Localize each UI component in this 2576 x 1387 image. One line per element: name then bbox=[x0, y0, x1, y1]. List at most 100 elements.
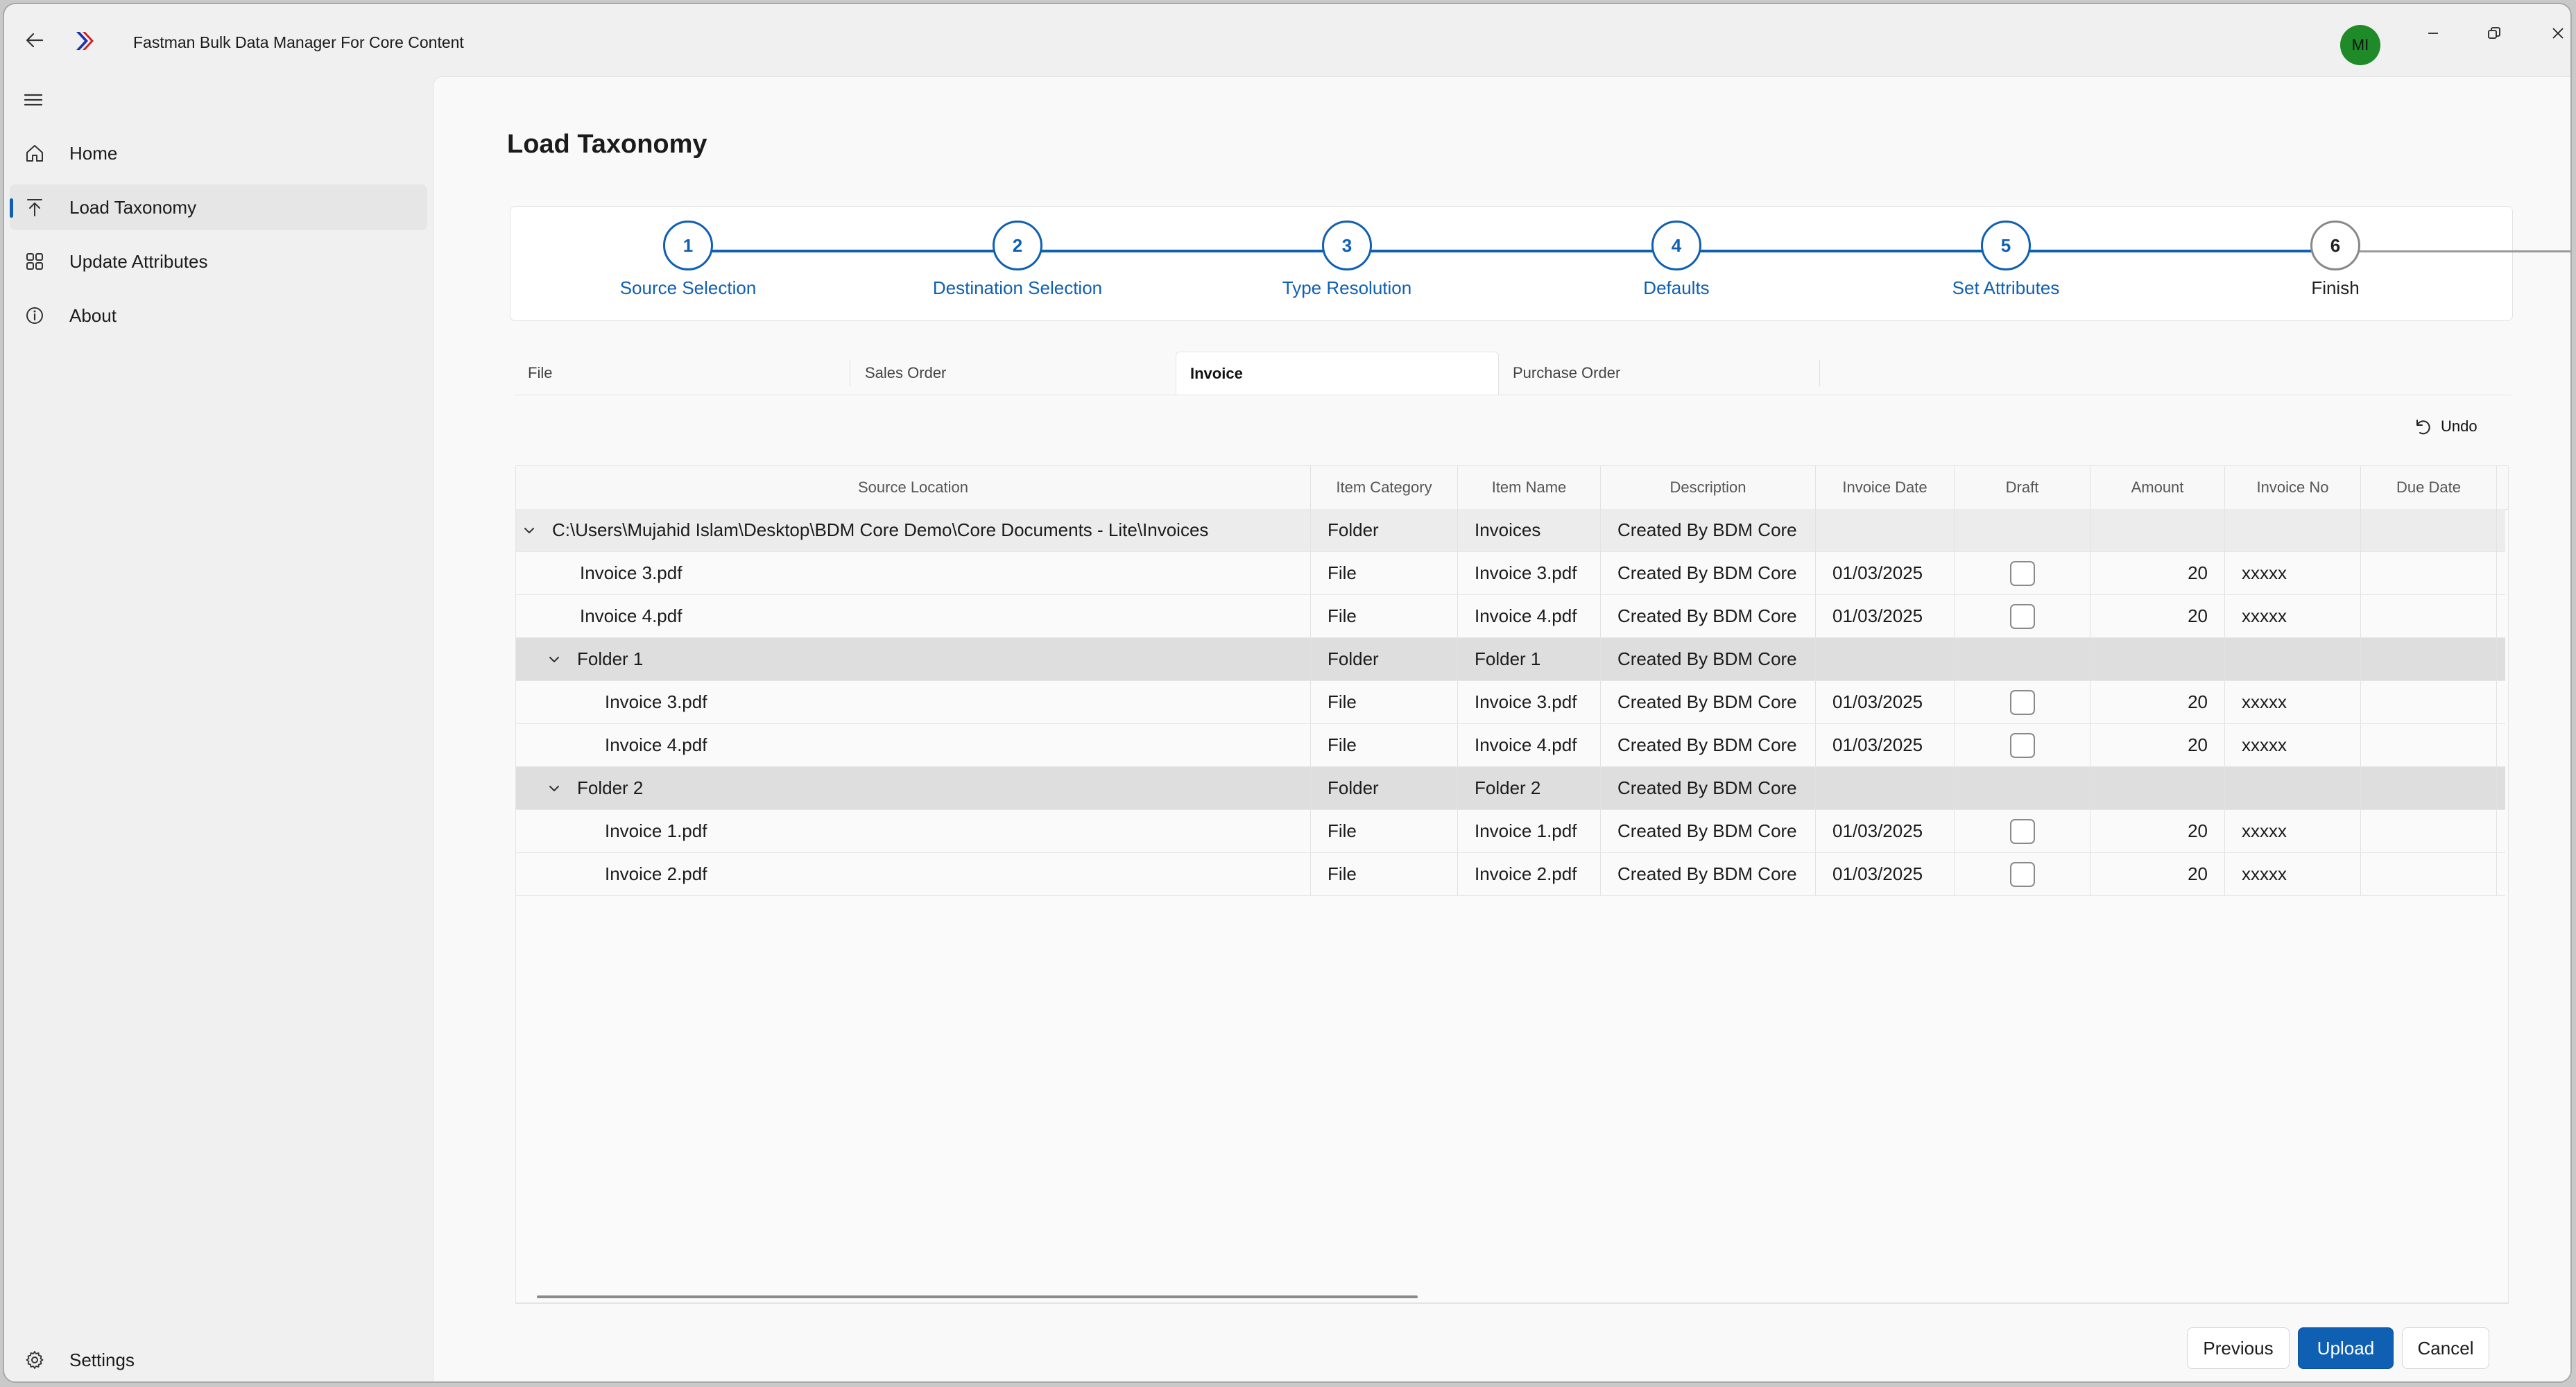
cell-due-date[interactable] bbox=[2361, 853, 2497, 895]
cell-invoice-no[interactable]: xxxxx bbox=[2225, 552, 2361, 594]
horizontal-scrollbar[interactable] bbox=[537, 1295, 1418, 1298]
cell-amount[interactable] bbox=[2090, 767, 2225, 809]
table-row[interactable]: Invoice 4.pdf File Invoice 4.pdf Created By… bbox=[516, 595, 2505, 638]
nav-item-home[interactable]: Home bbox=[10, 130, 427, 176]
cell-invoice-no[interactable] bbox=[2225, 767, 2361, 809]
cell-amount[interactable] bbox=[2090, 509, 2225, 551]
table-row[interactable]: Invoice 1.pdf File Invoice 1.pdf Created By… bbox=[516, 810, 2505, 853]
draft-checkbox[interactable] bbox=[2009, 560, 2035, 586]
cell-amount[interactable]: 20 bbox=[2090, 681, 2225, 723]
cell-due-date[interactable] bbox=[2361, 810, 2497, 852]
cell-date[interactable] bbox=[1816, 509, 1955, 551]
chevron-down-icon[interactable] bbox=[545, 651, 563, 669]
grid-header: Source Location Item Category Item Name … bbox=[516, 466, 2508, 510]
cell-source-location: Folder 2 bbox=[516, 767, 1311, 809]
restore-button[interactable] bbox=[2473, 19, 2515, 47]
draft-checkbox[interactable] bbox=[2009, 689, 2035, 715]
table-row[interactable]: Invoice 4.pdf File Invoice 4.pdf Created By… bbox=[516, 724, 2505, 767]
cell-invoice-no[interactable]: xxxxx bbox=[2225, 595, 2361, 637]
table-row[interactable]: Invoice 2.pdf File Invoice 2.pdf Created By… bbox=[516, 853, 2505, 896]
step-set-attributes[interactable]: 5 Set Attributes bbox=[1832, 221, 2179, 299]
cell-due-date[interactable] bbox=[2361, 638, 2497, 680]
table-row[interactable]: Invoice 3.pdf File Invoice 3.pdf Created By… bbox=[516, 681, 2505, 724]
back-arrow-icon bbox=[26, 33, 44, 48]
column-header-item-name[interactable]: Item Name bbox=[1458, 466, 1601, 509]
cell-date[interactable]: 01/03/2025 bbox=[1816, 724, 1955, 766]
cell-invoice-no[interactable] bbox=[2225, 638, 2361, 680]
cell-date[interactable]: 01/03/2025 bbox=[1816, 681, 1955, 723]
tab-sales-order[interactable]: Sales Order bbox=[851, 352, 1174, 395]
cancel-button[interactable]: Cancel bbox=[2402, 1327, 2489, 1369]
tab-file[interactable]: File bbox=[514, 352, 840, 395]
nav-item-load-taxonomy[interactable]: Load Taxonomy bbox=[10, 184, 427, 230]
cell-due-date[interactable] bbox=[2361, 681, 2497, 723]
step-destination-selection[interactable]: 2 Destination Selection bbox=[844, 221, 1191, 299]
cell-date[interactable]: 01/03/2025 bbox=[1816, 552, 1955, 594]
grid-icon bbox=[22, 249, 47, 274]
cell-invoice-no[interactable] bbox=[2225, 509, 2361, 551]
cell-amount[interactable]: 20 bbox=[2090, 595, 2225, 637]
cell-invoice-no[interactable]: xxxxx bbox=[2225, 853, 2361, 895]
column-header-invoice-no[interactable]: Invoice No bbox=[2225, 466, 2361, 509]
cell-due-date[interactable] bbox=[2361, 767, 2497, 809]
nav-item-settings[interactable]: Settings bbox=[10, 1337, 427, 1381]
draft-checkbox[interactable] bbox=[2009, 861, 2035, 887]
column-header-due-date[interactable]: Due Date bbox=[2361, 466, 2497, 509]
cell-amount[interactable]: 20 bbox=[2090, 552, 2225, 594]
cell-invoice-no[interactable]: xxxxx bbox=[2225, 810, 2361, 852]
tab-invoice[interactable]: Invoice bbox=[1176, 352, 1499, 395]
draft-checkbox[interactable] bbox=[2009, 603, 2035, 629]
cell-date[interactable] bbox=[1816, 638, 1955, 680]
step-source-selection[interactable]: 1 Source Selection bbox=[515, 221, 861, 299]
table-row[interactable]: Invoice 3.pdf File Invoice 3.pdf Created By… bbox=[516, 552, 2505, 595]
step-label: Destination Selection bbox=[932, 277, 1103, 298]
step-label: Source Selection bbox=[619, 277, 757, 298]
column-header-draft[interactable]: Draft bbox=[1955, 466, 2090, 509]
column-header-description[interactable]: Description bbox=[1601, 466, 1816, 509]
folder-row[interactable]: Folder 1 Folder Folder 1 Created By BDM Cor… bbox=[516, 638, 2505, 681]
folder-row[interactable]: C:\Users\Mujahid Islam\Desktop\BDM Core … bbox=[516, 509, 2505, 552]
nav-item-about[interactable]: About bbox=[10, 293, 427, 338]
chevron-down-icon[interactable] bbox=[520, 522, 538, 540]
close-button[interactable] bbox=[2537, 19, 2570, 47]
cell-amount[interactable] bbox=[2090, 638, 2225, 680]
user-avatar[interactable]: MI bbox=[2340, 25, 2380, 65]
cell-date[interactable]: 01/03/2025 bbox=[1816, 853, 1955, 895]
cell-invoice-no[interactable]: xxxxx bbox=[2225, 724, 2361, 766]
column-header-invoice-date[interactable]: Invoice Date bbox=[1816, 466, 1955, 509]
cell-invoice-no[interactable]: xxxxx bbox=[2225, 681, 2361, 723]
column-header-source-location[interactable]: Source Location bbox=[516, 466, 1311, 509]
folder-row[interactable]: Folder 2 Folder Folder 2 Created By BDM Cor… bbox=[516, 767, 2505, 810]
cell-due-date[interactable] bbox=[2361, 552, 2497, 594]
upload-button[interactable]: Upload bbox=[2298, 1327, 2394, 1369]
step-type-resolution[interactable]: 3 Type Resolution bbox=[1174, 221, 1520, 299]
hamburger-icon bbox=[24, 94, 43, 106]
cell-source-location: Invoice 4.pdf bbox=[516, 595, 1311, 637]
previous-button[interactable]: Previous bbox=[2187, 1327, 2290, 1369]
draft-checkbox[interactable] bbox=[2009, 818, 2035, 844]
cell-amount[interactable]: 20 bbox=[2090, 853, 2225, 895]
cell-due-date[interactable] bbox=[2361, 724, 2497, 766]
cell-date[interactable] bbox=[1816, 767, 1955, 809]
nav-item-update-attributes[interactable]: Update Attributes bbox=[10, 239, 427, 284]
cell-amount[interactable]: 20 bbox=[2090, 724, 2225, 766]
cell-amount[interactable]: 20 bbox=[2090, 810, 2225, 852]
cell-date[interactable]: 01/03/2025 bbox=[1816, 810, 1955, 852]
step-finish[interactable]: 6 Finish bbox=[2162, 221, 2509, 299]
source-location-text: Invoice 1.pdf bbox=[605, 820, 707, 841]
minimize-button[interactable] bbox=[2412, 19, 2454, 47]
back-button[interactable] bbox=[19, 25, 50, 55]
tab-purchase-order[interactable]: Purchase Order bbox=[1499, 352, 1822, 395]
draft-checkbox[interactable] bbox=[2009, 732, 2035, 758]
nav-item-label: About bbox=[69, 304, 117, 326]
column-header-item-category[interactable]: Item Category bbox=[1311, 466, 1458, 509]
upload-icon bbox=[22, 195, 47, 220]
menu-toggle-button[interactable] bbox=[19, 86, 47, 114]
undo-button[interactable]: Undo bbox=[2412, 411, 2478, 442]
cell-due-date[interactable] bbox=[2361, 509, 2497, 551]
cell-due-date[interactable] bbox=[2361, 595, 2497, 637]
cell-date[interactable]: 01/03/2025 bbox=[1816, 595, 1955, 637]
column-header-amount[interactable]: Amount bbox=[2090, 466, 2225, 509]
step-defaults[interactable]: 4 Defaults bbox=[1503, 221, 1850, 299]
chevron-down-icon[interactable] bbox=[545, 779, 563, 798]
